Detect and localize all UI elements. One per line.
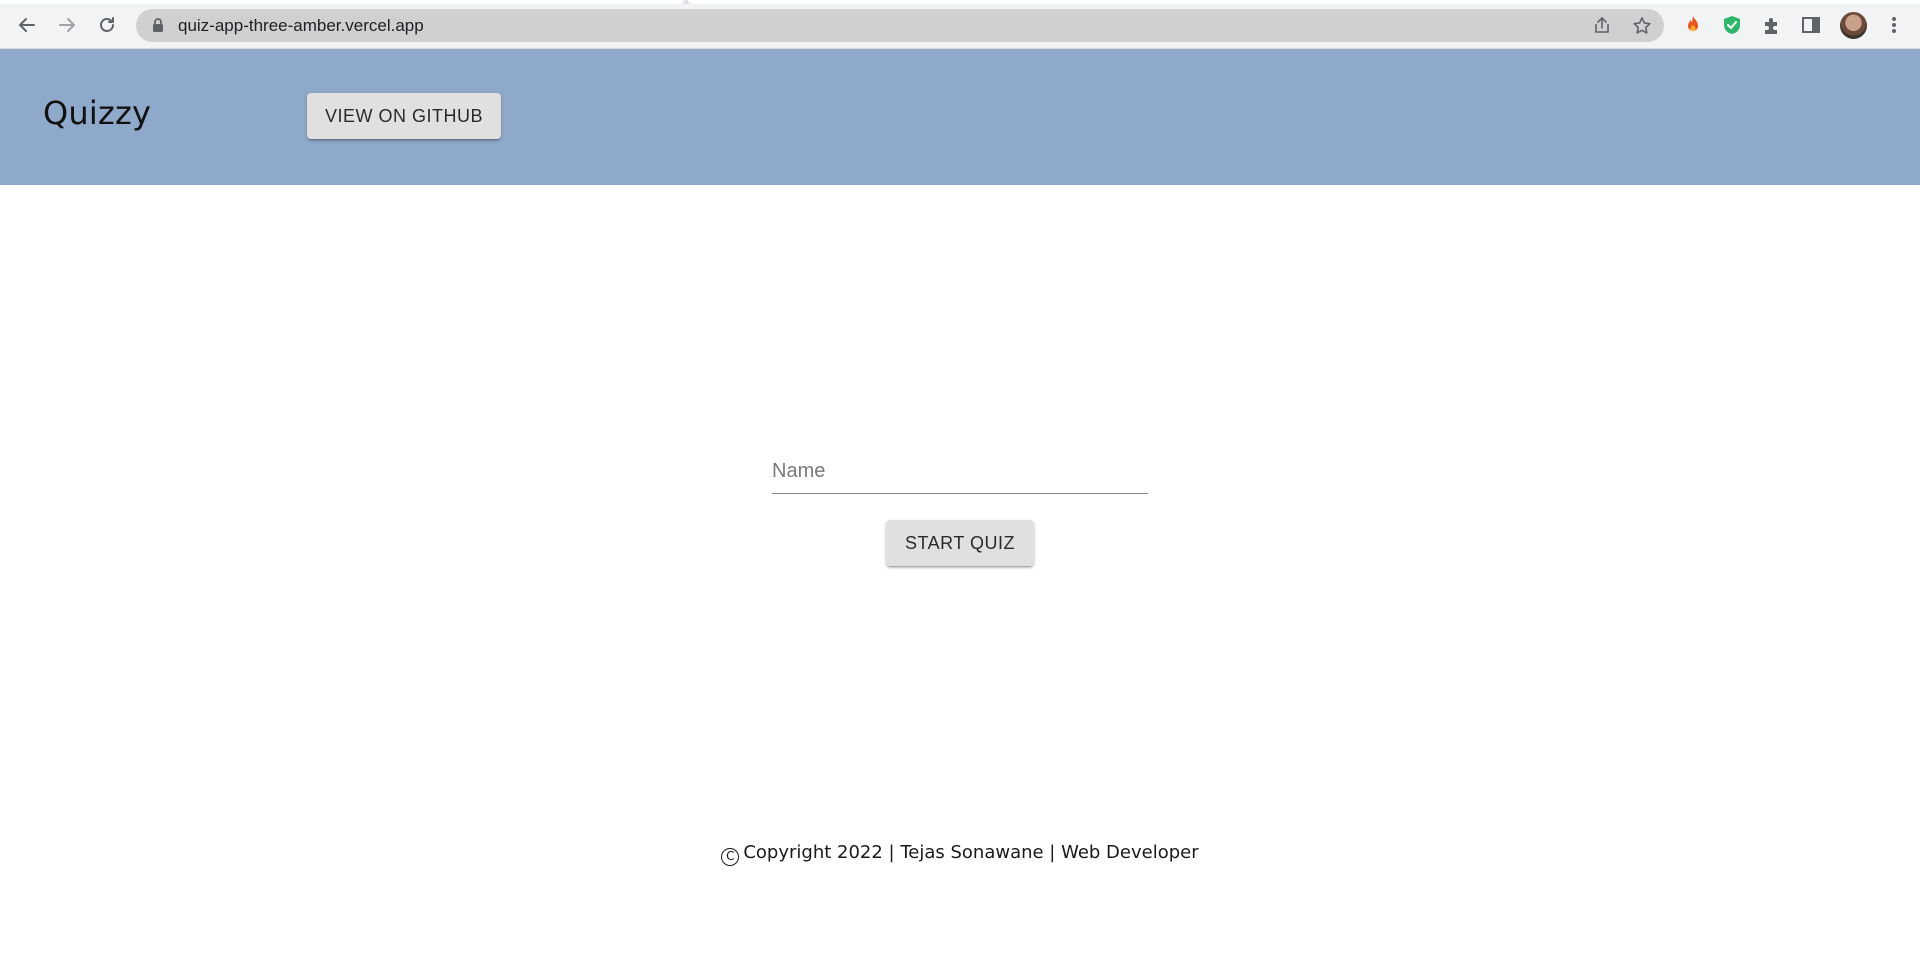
forward-button[interactable] — [52, 10, 82, 40]
address-bar[interactable]: quiz-app-three-amber.vercel.app — [136, 9, 1664, 42]
flame-extension-icon[interactable] — [1682, 14, 1704, 36]
active-tab[interactable] — [0, 0, 684, 4]
back-button[interactable] — [12, 10, 42, 40]
url-text[interactable]: quiz-app-three-amber.vercel.app — [178, 16, 424, 36]
browser-toolbar: quiz-app-three-amber.vercel.app — [0, 0, 1920, 49]
lock-icon — [153, 18, 163, 32]
name-field — [772, 458, 1148, 494]
share-icon[interactable] — [1591, 15, 1613, 37]
reload-icon — [100, 17, 114, 32]
shield-extension-icon[interactable] — [1721, 14, 1743, 36]
side-panel-icon[interactable] — [1800, 14, 1822, 36]
puzzle-extensions-icon[interactable] — [1761, 14, 1783, 36]
footer: C Copyright 2022 | Tejas Sonawane | Web D… — [0, 838, 1920, 868]
view-on-github-button[interactable]: VIEW ON GITHUB — [307, 93, 501, 139]
profile-avatar[interactable] — [1840, 12, 1867, 39]
more-menu-icon[interactable] — [1883, 14, 1905, 36]
name-input[interactable] — [772, 458, 1148, 494]
arrow-left-icon — [19, 18, 35, 32]
start-quiz-button[interactable]: START QUIZ — [886, 520, 1034, 566]
arrow-right-icon — [59, 18, 75, 32]
inactive-tab[interactable] — [688, 0, 1920, 4]
copyright-icon: C — [721, 848, 740, 866]
tab-strip — [0, 0, 1920, 4]
brand-logo[interactable]: Quizzy — [43, 93, 151, 133]
bookmark-star-icon[interactable] — [1631, 15, 1653, 37]
footer-text: Copyright 2022 | Tejas Sonawane | Web De… — [743, 842, 1199, 863]
reload-button[interactable] — [92, 10, 122, 40]
app-header: Quizzy VIEW ON GITHUB — [0, 49, 1920, 185]
